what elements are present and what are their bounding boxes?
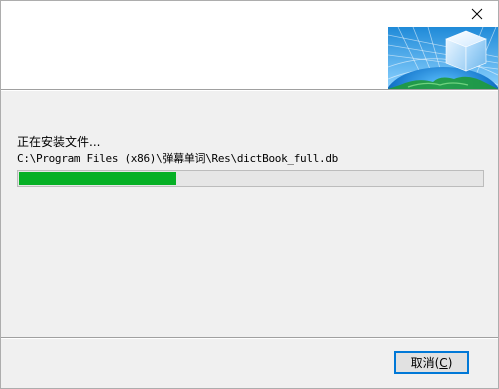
cancel-button-mnemonic: C <box>439 355 448 370</box>
install-status-text: 正在安装文件... <box>17 135 101 149</box>
wizard-header <box>1 1 498 89</box>
installer-globe-cube-icon <box>388 27 498 89</box>
close-button[interactable] <box>459 1 495 27</box>
current-file-path: C:\Program Files (x86)\弹幕单词\Res\dictBook… <box>17 152 338 165</box>
cancel-button-suffix: ) <box>447 355 453 370</box>
footer-divider-highlight <box>1 338 498 339</box>
progress-bar-fill <box>19 172 176 185</box>
header-divider-highlight <box>1 90 498 91</box>
cancel-button[interactable]: 取消(C) <box>394 351 469 374</box>
close-icon <box>471 8 483 20</box>
cancel-button-label: 取消( <box>410 356 440 370</box>
progress-bar <box>17 170 484 187</box>
installer-window: 正在安装文件... C:\Program Files (x86)\弹幕单词\Re… <box>0 0 499 389</box>
